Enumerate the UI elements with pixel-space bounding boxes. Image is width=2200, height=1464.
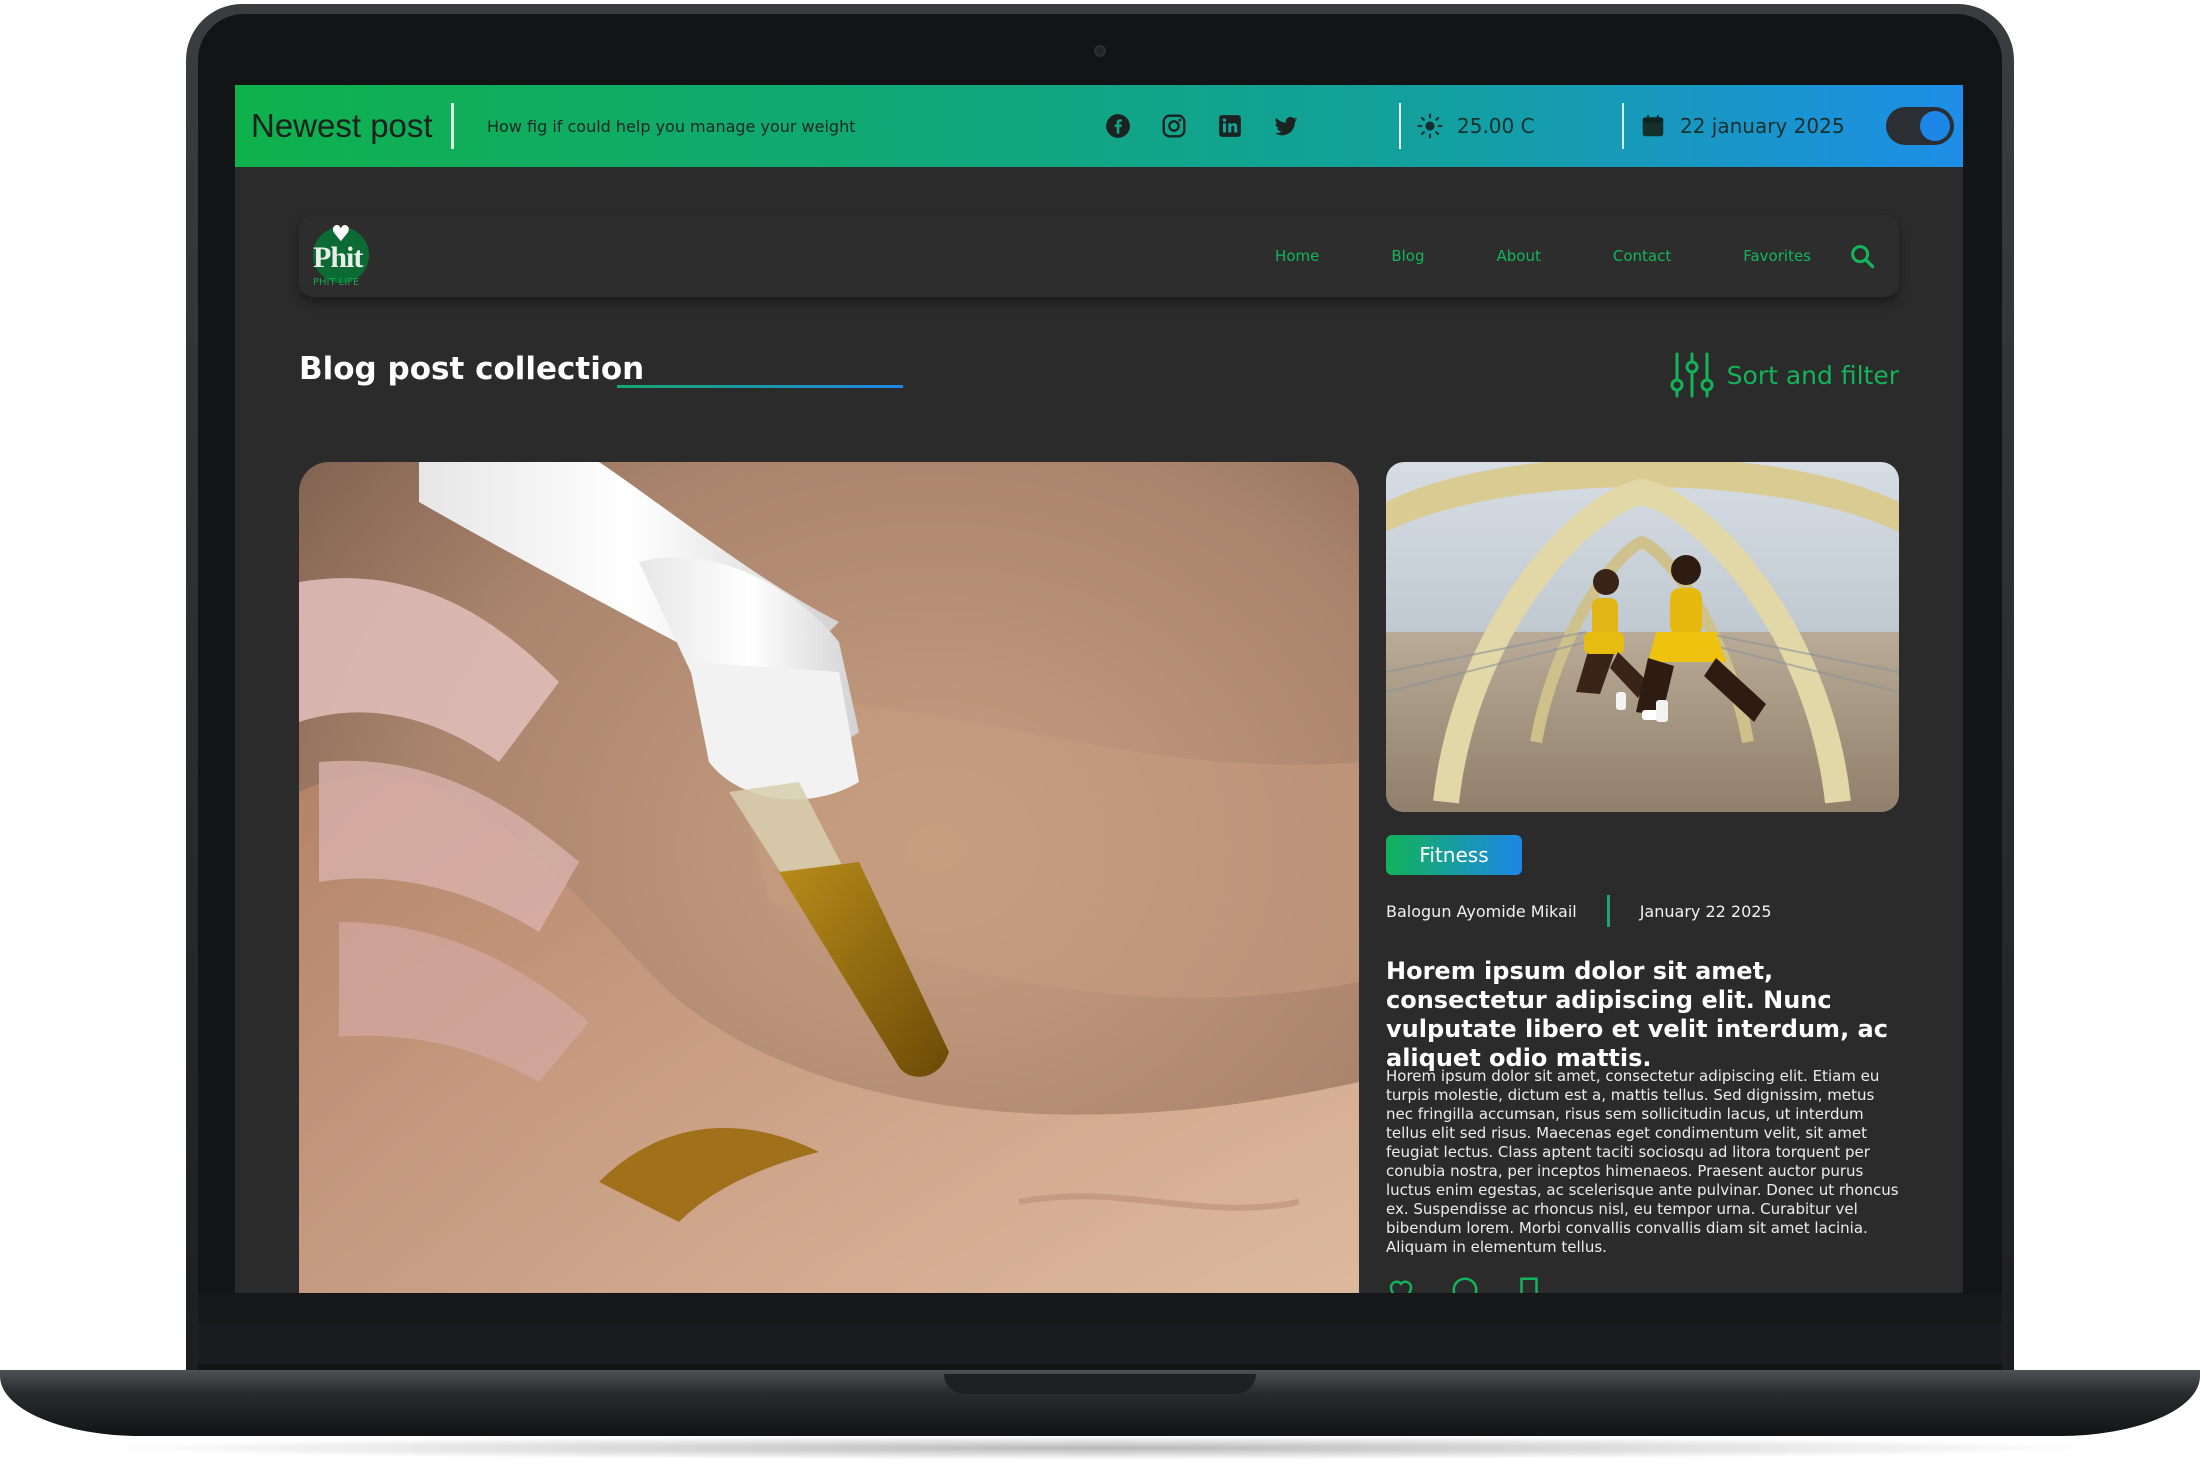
linkedin-icon[interactable]: [1215, 111, 1245, 141]
social-links: [1103, 111, 1301, 141]
logo-text: Phit: [313, 241, 363, 274]
top-bar: Newest post How fig if could help you ma…: [235, 85, 1963, 167]
temperature-value: 25.00 C: [1457, 114, 1535, 138]
date-widget: 22 january 2025: [1640, 113, 1870, 139]
laptop-shadow: [80, 1436, 2120, 1460]
post-title[interactable]: Horem ipsum dolor sit amet, consectetur …: [1386, 957, 1906, 1073]
nav-links: Home Blog About Contact Favorites: [1275, 215, 1811, 297]
newest-post-label: Newest post: [251, 107, 433, 144]
sort-and-filter-button[interactable]: Sort and filter: [1669, 351, 1899, 399]
nav-link-home[interactable]: Home: [1275, 247, 1319, 265]
theme-toggle[interactable]: [1886, 107, 1954, 145]
logo[interactable]: ♥ Phit PHIT LIFE: [311, 221, 375, 293]
nav-link-about[interactable]: About: [1497, 247, 1541, 265]
divider: [1622, 103, 1624, 149]
screen: Newest post How fig if could help you ma…: [235, 85, 1963, 1293]
divider: [1606, 895, 1610, 927]
post-author: Balogun Ayomide Mikail: [1386, 901, 1577, 921]
instagram-icon[interactable]: [1159, 111, 1189, 141]
divider: [1399, 103, 1401, 149]
heart-icon[interactable]: [1386, 1275, 1416, 1293]
post-meta: Balogun Ayomide Mikail January 22 2025: [1386, 895, 1772, 927]
twitter-icon[interactable]: [1271, 111, 1301, 141]
webcam: [1094, 45, 1106, 57]
page-title: Blog post collection: [299, 351, 645, 387]
weather-widget: 25.00 C: [1417, 113, 1622, 139]
post-excerpt: Horem ipsum dolor sit amet, consectetur …: [1386, 1067, 1899, 1256]
sort-and-filter-label: Sort and filter: [1726, 360, 1899, 390]
comment-icon[interactable]: [1450, 1275, 1480, 1293]
facebook-icon[interactable]: [1103, 111, 1133, 141]
search-icon[interactable]: [1847, 241, 1877, 271]
nav-link-favorites[interactable]: Favorites: [1743, 247, 1811, 265]
bookmark-icon[interactable]: [1514, 1275, 1544, 1293]
nav-link-blog[interactable]: Blog: [1391, 247, 1424, 265]
hero-image[interactable]: [299, 462, 1359, 1293]
calendar-icon: [1642, 114, 1664, 137]
laptop-bezel-bottom: [198, 1294, 2002, 1364]
post-image[interactable]: [1386, 462, 1899, 812]
navbar: ♥ Phit PHIT LIFE Home Blog About Contact…: [299, 215, 1899, 297]
sliders-icon: [1670, 352, 1714, 398]
newest-post-headline[interactable]: How fig if could help you manage your we…: [487, 117, 1007, 136]
logo-subtext: PHIT LIFE: [313, 277, 360, 288]
divider: [451, 103, 454, 149]
nav-link-contact[interactable]: Contact: [1613, 247, 1671, 265]
category-tag[interactable]: Fitness: [1386, 835, 1522, 875]
sun-icon: [1417, 113, 1443, 139]
post-date: January 22 2025: [1639, 901, 1772, 921]
laptop-notch: [944, 1374, 1256, 1394]
post-actions: [1386, 1275, 1544, 1293]
title-underline: [617, 385, 903, 388]
current-date: 22 january 2025: [1680, 114, 1845, 138]
